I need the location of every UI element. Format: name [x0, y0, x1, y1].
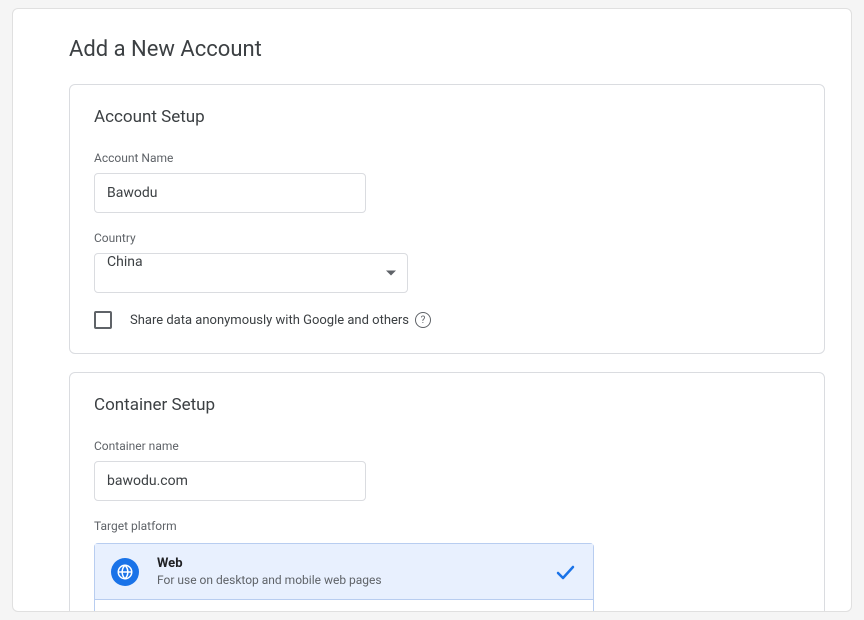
- country-field: Country China: [94, 231, 800, 293]
- platform-name-web: Web: [157, 556, 553, 571]
- check-icon: [553, 560, 577, 584]
- container-name-field: Container name: [94, 439, 800, 501]
- share-data-row: Share data anonymously with Google and o…: [94, 311, 800, 329]
- globe-icon: [111, 558, 139, 586]
- account-setup-card: Account Setup Account Name Country China…: [69, 84, 825, 354]
- target-platform-label: Target platform: [94, 519, 800, 533]
- platform-card-ios[interactable]: iOS: [95, 600, 593, 612]
- help-icon[interactable]: ?: [415, 312, 431, 328]
- container-setup-title: Container Setup: [94, 395, 800, 415]
- account-setup-title: Account Setup: [94, 107, 800, 127]
- container-setup-card: Container Setup Container name Target pl…: [69, 372, 825, 612]
- page-title: Add a New Account: [69, 37, 851, 62]
- container-name-label: Container name: [94, 439, 800, 453]
- target-platform-field: Target platform: [94, 519, 800, 533]
- account-name-input[interactable]: [94, 173, 366, 213]
- share-data-checkbox[interactable]: [94, 311, 112, 329]
- page-container: Add a New Account Account Setup Account …: [12, 8, 852, 612]
- country-select[interactable]: China: [94, 253, 408, 293]
- account-name-label: Account Name: [94, 151, 800, 165]
- platform-card-web[interactable]: Web For use on desktop and mobile web pa…: [95, 544, 593, 600]
- account-name-field: Account Name: [94, 151, 800, 213]
- platform-card-group: Web For use on desktop and mobile web pa…: [94, 543, 594, 612]
- platform-desc-web: For use on desktop and mobile web pages: [157, 573, 553, 587]
- share-data-label: Share data anonymously with Google and o…: [130, 313, 409, 328]
- platform-text-web: Web For use on desktop and mobile web pa…: [157, 556, 553, 587]
- container-name-input[interactable]: [94, 461, 366, 501]
- country-label: Country: [94, 231, 800, 245]
